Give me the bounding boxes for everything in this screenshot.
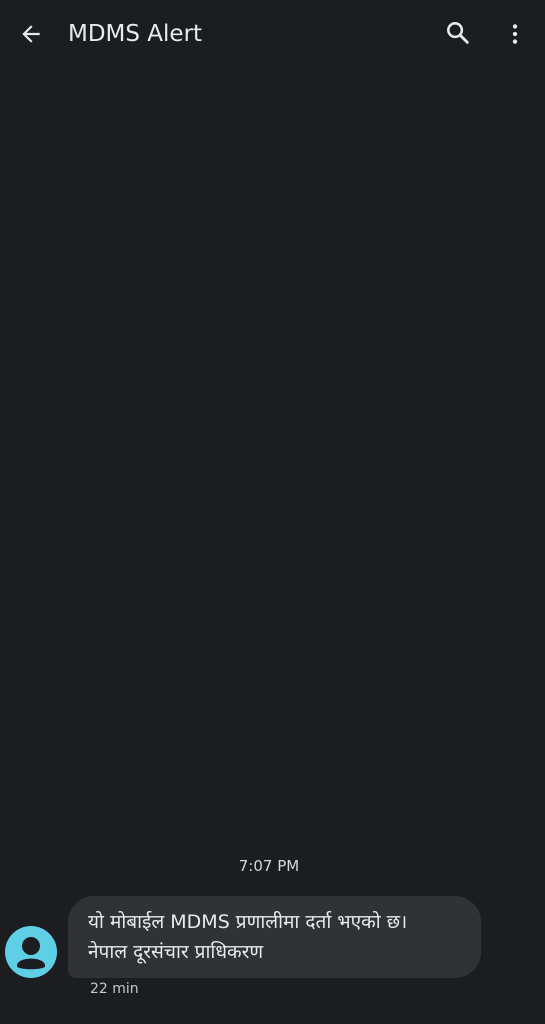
message-bubble[interactable]: यो मोबाईल MDMS प्रणालीमा दर्ता भएको छ। न… [68, 896, 481, 978]
more-options-button[interactable] [493, 12, 537, 56]
message-thread[interactable]: 7:07 PM यो मोबाईल MDMS प्रणालीमा दर्ता भ… [0, 68, 545, 1024]
arrow-left-icon [22, 25, 40, 43]
conversation-title: MDMS Alert [68, 21, 203, 47]
back-button[interactable] [9, 12, 53, 56]
search-icon [447, 22, 469, 44]
sender-avatar[interactable] [5, 926, 57, 978]
app-bar: MDMS Alert [0, 0, 545, 68]
message-relative-time: 22 min [90, 981, 139, 997]
search-button[interactable] [436, 11, 480, 55]
message-time-label: 7:07 PM [238, 857, 300, 875]
person-icon [17, 937, 45, 970]
messages-screen: MDMS Alert 7:07 PM यो मोबाईल MDMS प्रणाल… [0, 0, 545, 1024]
message-text-line: यो मोबाईल MDMS प्रणालीमा दर्ता भएको छ। [88, 911, 408, 933]
more-vert-icon [512, 24, 518, 44]
message-text-line: नेपाल दूरसंचार प्राधिकरण [88, 941, 264, 963]
